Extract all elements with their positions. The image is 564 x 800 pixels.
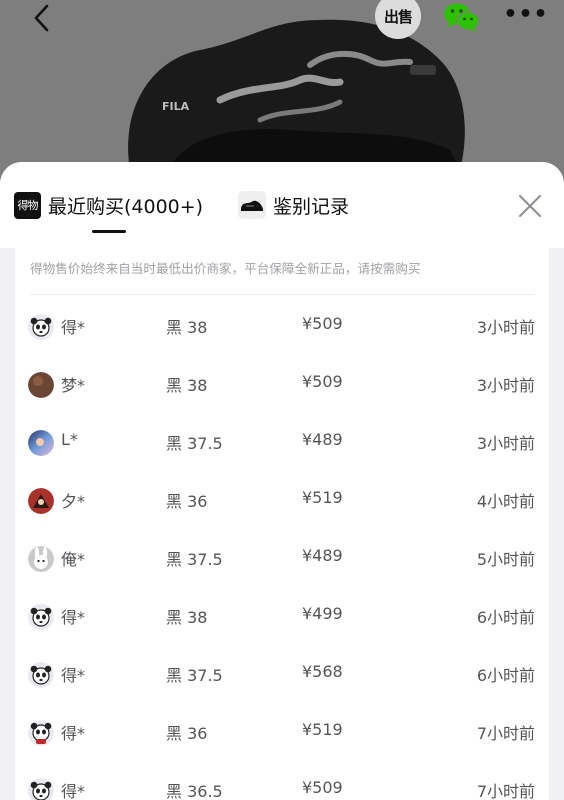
size-spec: 黑 37.5 (166, 550, 223, 569)
avatar (28, 662, 54, 688)
more-icon: ••• (503, 2, 549, 27)
tab-recent-purchases[interactable]: 得物 最近购买(4000+) (14, 190, 203, 220)
close-button[interactable] (514, 190, 546, 222)
purchase-list[interactable]: 得物售价始终来自当时最低出价商家，平台保障全新正品，请按需购买 得* 黑 38 ¥5… (15, 248, 549, 800)
purchase-record-row: 得* 黑 36 ¥519 7小时前 (15, 704, 549, 762)
price: ¥519 (302, 488, 343, 507)
avatar (28, 778, 54, 800)
purchase-records-sheet: 得物 最近购买(4000+) 鉴别记录 得物售价始终来自当时最低出价商家，平台保… (0, 162, 564, 800)
price: ¥489 (302, 546, 343, 565)
size-spec: 黑 37.5 (166, 434, 223, 453)
shoe-image: FILA (128, 19, 465, 170)
close-icon (519, 195, 541, 217)
purchase-record-row: 得* 黑 38 ¥509 3小时前 (15, 298, 549, 356)
tab-recent-label: 最近购买(4000+) (48, 195, 204, 218)
purchase-record-row: L* 黑 37.5 ¥489 3小时前 (15, 414, 549, 472)
avatar (28, 372, 54, 398)
purchase-time: 3小时前 (476, 434, 535, 453)
buyer-name: 得* (61, 318, 86, 337)
active-tab-indicator (92, 230, 126, 233)
sell-button[interactable]: 出售 (372, 0, 424, 44)
size-spec: 黑 36.5 (166, 782, 223, 800)
price: ¥568 (302, 662, 343, 681)
purchase-record-row: 梦* 黑 38 ¥509 3小时前 (15, 356, 549, 414)
avatar (28, 604, 54, 630)
price: ¥509 (302, 372, 343, 391)
wechat-share-button[interactable] (440, 0, 484, 36)
buyer-name: 得* (61, 666, 86, 685)
purchase-record-row: 得* 黑 38 ¥499 6小时前 (15, 588, 549, 646)
sneaker-icon (238, 191, 266, 219)
buyer-name: 梦* (61, 376, 86, 395)
buyer-name: 得* (61, 608, 86, 627)
price: ¥499 (302, 604, 343, 623)
tab-auth-label: 鉴别记录 (273, 195, 350, 218)
dewu-logo-icon: 得物 (14, 191, 41, 219)
purchase-time: 5小时前 (476, 550, 535, 569)
more-button[interactable]: ••• (503, 0, 549, 36)
price: ¥489 (302, 430, 343, 449)
buyer-name: 夕* (61, 492, 86, 511)
buyer-name: 俺* (61, 550, 86, 569)
chevron-left-icon (34, 4, 49, 32)
purchase-time: 6小时前 (476, 608, 535, 627)
purchase-time: 7小时前 (476, 724, 535, 743)
sell-label: 出售 (383, 7, 413, 26)
purchase-time: 3小时前 (476, 376, 535, 395)
purchase-record-row: 得* 黑 36.5 ¥509 7小时前 (15, 762, 549, 800)
purchase-record-row: 夕* 黑 36 ¥519 4小时前 (15, 472, 549, 530)
price: ¥509 (302, 778, 343, 797)
purchase-time: 3小时前 (476, 318, 535, 337)
size-spec: 黑 38 (166, 608, 208, 627)
svg-text:FILA: FILA (162, 100, 190, 113)
buyer-name: L* (61, 430, 78, 449)
avatar (28, 314, 54, 340)
wechat-icon (444, 3, 480, 33)
purchase-record-row: 得* 黑 37.5 ¥568 6小时前 (15, 646, 549, 704)
buyer-name: 得* (61, 782, 86, 800)
purchase-time: 6小时前 (476, 666, 535, 685)
avatar (28, 720, 54, 746)
size-spec: 黑 38 (166, 318, 208, 337)
price-notice: 得物售价始终来自当时最低出价商家，平台保障全新正品，请按需购买 (30, 261, 421, 276)
divider (30, 294, 535, 295)
purchase-record-row: 俺* 黑 37.5 ¥489 5小时前 (15, 530, 549, 588)
buyer-name: 得* (61, 724, 86, 743)
size-spec: 黑 37.5 (166, 666, 223, 685)
tab-authentication-records[interactable]: 鉴别记录 (238, 190, 349, 220)
tab-bar: 得物 最近购买(4000+) 鉴别记录 (0, 162, 564, 248)
size-spec: 黑 36 (166, 724, 208, 743)
price: ¥509 (302, 314, 343, 333)
purchase-time: 7小时前 (476, 782, 535, 800)
price: ¥519 (302, 720, 343, 739)
purchase-time: 4小时前 (476, 492, 535, 511)
size-spec: 黑 36 (166, 492, 208, 511)
avatar (28, 430, 54, 456)
avatar (28, 546, 54, 572)
back-button[interactable] (22, 0, 62, 36)
avatar (28, 488, 54, 514)
size-spec: 黑 38 (166, 376, 208, 395)
